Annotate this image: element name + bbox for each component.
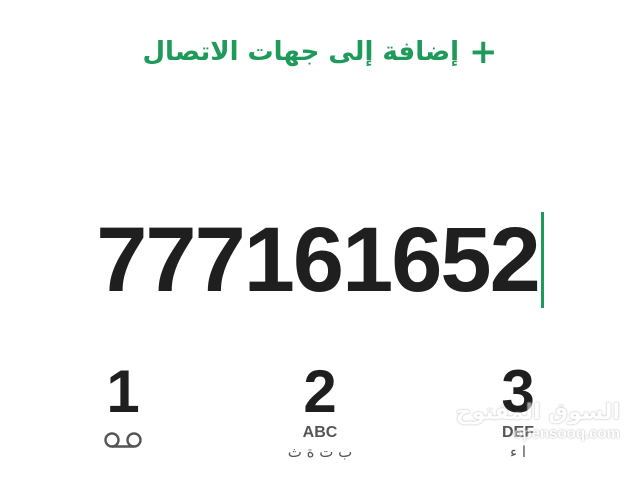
watermark-latin: opensooq.com bbox=[513, 425, 620, 442]
dialed-number: 777161652 bbox=[96, 209, 540, 311]
watermark-arabic: السوق المفتوح bbox=[455, 400, 620, 425]
add-to-contacts-button[interactable]: + إضافة إلى جهات الاتصال bbox=[140, 30, 500, 74]
key-latin-letters: ABC bbox=[302, 424, 338, 441]
keypad-key-2[interactable]: 2 ABC ب ت ة ث bbox=[260, 360, 380, 480]
number-display[interactable]: 777161652 bbox=[0, 205, 640, 315]
text-cursor bbox=[540, 212, 544, 308]
add-to-contacts-label: إضافة إلى جهات الاتصال bbox=[142, 37, 460, 67]
key-digit: 2 bbox=[303, 358, 337, 425]
voicemail-icon bbox=[104, 432, 142, 448]
keypad-key-1[interactable]: 1 bbox=[63, 360, 183, 480]
plus-icon: + bbox=[469, 32, 498, 72]
opensooq-watermark: السوق المفتوح opensooq.com bbox=[456, 400, 620, 442]
key-arabic-letters: ا ء bbox=[510, 443, 526, 461]
key-arabic-letters: ب ت ة ث bbox=[287, 443, 353, 461]
key-digit: 1 bbox=[106, 358, 140, 425]
